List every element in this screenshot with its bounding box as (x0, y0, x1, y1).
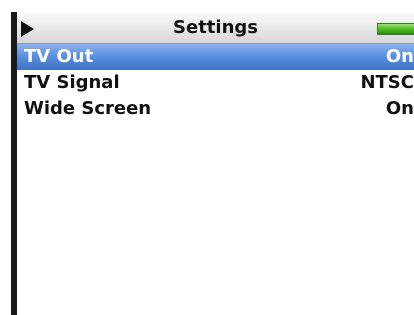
setting-label: TV Out (24, 46, 94, 67)
page-title: Settings (173, 17, 258, 38)
setting-value: On (385, 46, 414, 67)
battery-icon (377, 23, 414, 35)
settings-row-tv-signal[interactable]: TV Signal NTSC (17, 70, 414, 96)
setting-value: NTSC (360, 72, 414, 93)
settings-row-wide-screen[interactable]: Wide Screen On (17, 96, 414, 122)
settings-row-tv-out[interactable]: TV Out On (17, 44, 414, 70)
setting-label: TV Signal (24, 72, 120, 93)
settings-list: TV Out On TV Signal NTSC Wide Screen On (17, 44, 414, 122)
setting-value: On (385, 98, 414, 119)
setting-label: Wide Screen (24, 98, 152, 119)
settings-screen: Settings TV Out On TV Signal NTSC Wide S… (17, 12, 414, 315)
title-bar: Settings (17, 12, 414, 44)
